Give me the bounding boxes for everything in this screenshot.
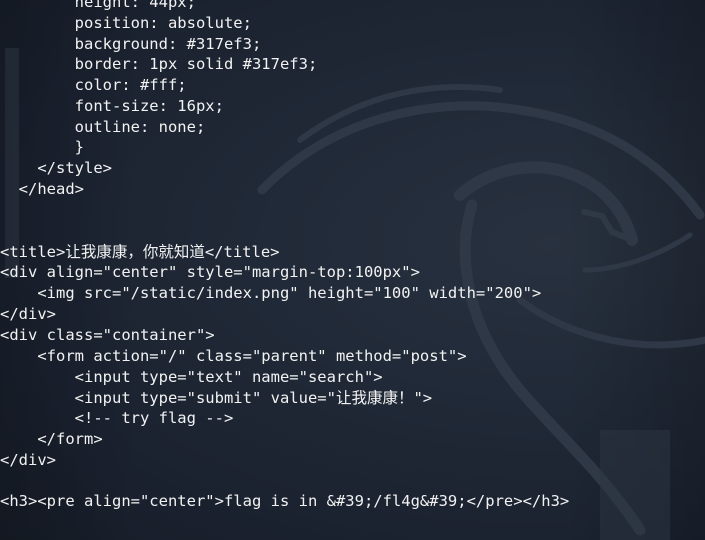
code-line: <input type="text" name="search"> bbox=[0, 368, 383, 386]
code-line: </head> bbox=[0, 180, 84, 198]
code-line: background: #317ef3; bbox=[0, 35, 262, 53]
code-line: <input type="submit" value="让我康康！"> bbox=[0, 389, 433, 407]
code-line: <div class="container"> bbox=[0, 326, 215, 344]
code-line: <!-- try flag --> bbox=[0, 409, 234, 427]
code-line: </div> bbox=[0, 305, 56, 323]
code-line: </form> bbox=[0, 430, 103, 448]
terminal-output: height: 44px; position: absolute; backgr… bbox=[0, 0, 705, 540]
code-line: border: 1px solid #317ef3; bbox=[0, 55, 318, 73]
code-line: } bbox=[0, 138, 84, 156]
code-line: height: 44px; bbox=[0, 0, 196, 11]
code-line: </style> bbox=[0, 159, 112, 177]
code-line: outline: none; bbox=[0, 118, 206, 136]
code-line: font-size: 16px; bbox=[0, 97, 224, 115]
code-line: <img src="/static/index.png" height="100… bbox=[0, 284, 542, 302]
code-line: </div> bbox=[0, 451, 56, 469]
code-line: <div align="center" style="margin-top:10… bbox=[0, 263, 420, 281]
code-line: <h3><pre align="center">flag is in &#39;… bbox=[0, 492, 570, 510]
code-line: <form action="/" class="parent" method="… bbox=[0, 347, 467, 365]
code-line: color: #fff; bbox=[0, 76, 187, 94]
code-line: <title>让我康康，你就知道</title> bbox=[0, 243, 280, 261]
code-line: position: absolute; bbox=[0, 14, 252, 32]
